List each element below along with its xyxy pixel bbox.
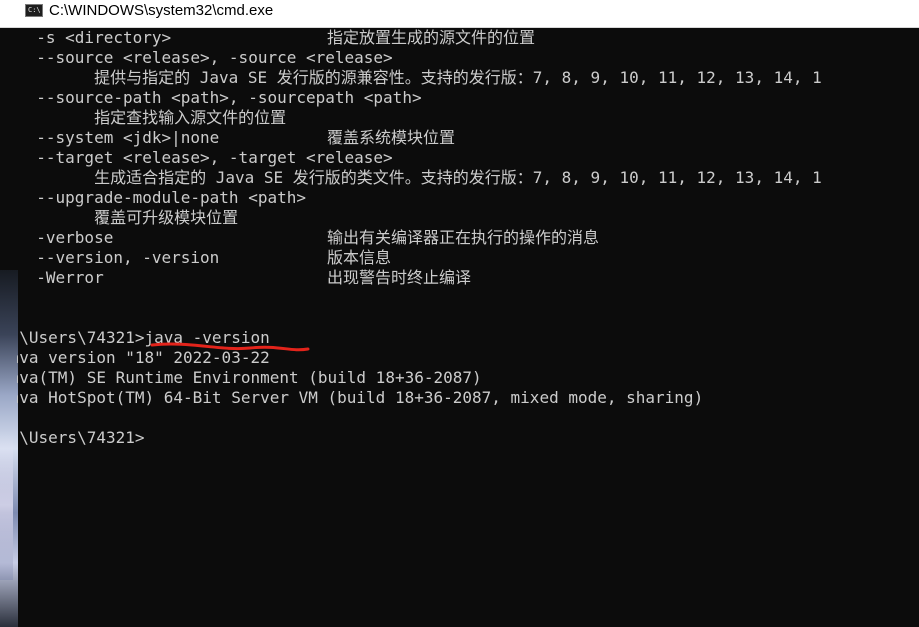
- help-line: --source <release>, -source <release>: [17, 48, 393, 67]
- help-line: 提供与指定的 Java SE 发行版的源兼容性。支持的发行版：7, 8, 9, …: [17, 68, 822, 87]
- desktop-wallpaper-highlight: [0, 430, 13, 580]
- prompt: C:\Users\74321>: [17, 328, 145, 347]
- help-line: -s <directory> 指定放置生成的源文件的位置: [17, 28, 536, 47]
- help-line: --target <release>, -target <release>: [17, 148, 393, 167]
- help-line: 覆盖可升级模块位置: [17, 208, 239, 227]
- cmd-icon: C:\: [25, 4, 43, 17]
- help-line: --source-path <path>, -sourcepath <path>: [17, 88, 422, 107]
- help-line: -verbose 输出有关编译器正在执行的操作的消息: [17, 228, 600, 247]
- command-prompt[interactable]: C:\Users\74321>: [17, 428, 145, 448]
- help-line: -Werror 出现警告时终止编译: [17, 268, 472, 287]
- help-line: 指定查找输入源文件的位置: [17, 108, 287, 127]
- console-output[interactable]: -s <directory> 指定放置生成的源文件的位置 --source <re…: [17, 28, 919, 627]
- output-line: Java(TM) SE Runtime Environment (build 1…: [17, 368, 482, 387]
- output-line: Java HotSpot(TM) 64-Bit Server VM (build…: [17, 388, 704, 407]
- help-line: --system <jdk>|none 覆盖系统模块位置: [17, 128, 456, 147]
- help-line: --version, -version 版本信息: [17, 248, 392, 267]
- window-titlebar[interactable]: C:\ C:\WINDOWS\system32\cmd.exe: [0, 0, 919, 28]
- help-line: 生成适合指定的 Java SE 发行版的类文件。支持的发行版：7, 8, 9, …: [17, 168, 822, 187]
- window-title: C:\WINDOWS\system32\cmd.exe: [49, 2, 274, 19]
- help-line: --upgrade-module-path <path>: [17, 188, 306, 207]
- red-underline-annotation: [150, 342, 310, 352]
